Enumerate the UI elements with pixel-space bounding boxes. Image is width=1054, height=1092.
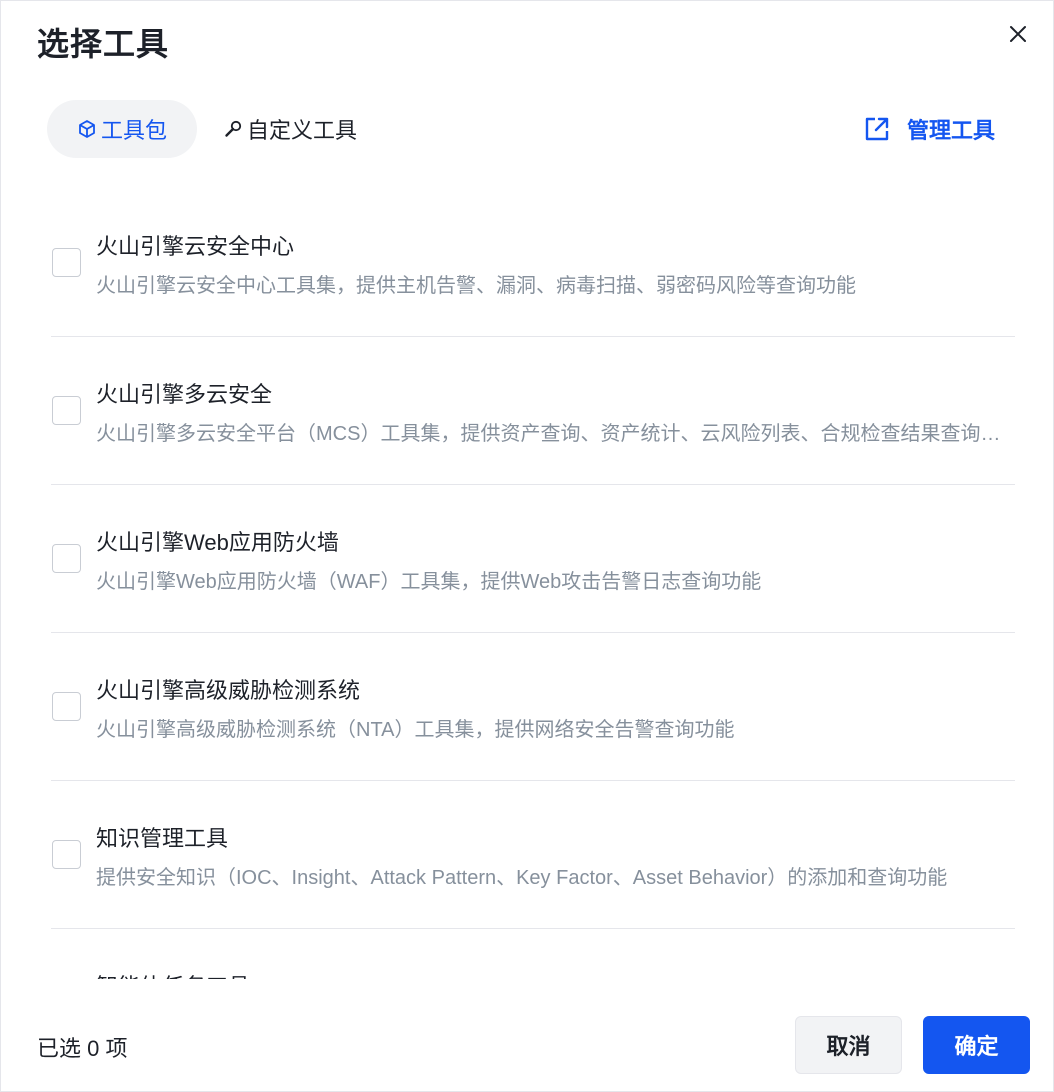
list-item[interactable]: 火山引擎多云安全 火山引擎多云安全平台（MCS）工具集，提供资产查询、资产统计、… (51, 337, 1015, 485)
tool-name: 火山引擎Web应用防火墙 (96, 530, 339, 555)
confirm-button[interactable]: 确定 (923, 1016, 1030, 1074)
tab-custom-tools-label: 自定义工具 (247, 118, 358, 143)
dialog-title: 选择工具 (37, 26, 170, 62)
checkbox[interactable] (52, 840, 81, 869)
tab-custom-tools[interactable]: 自定义工具 (219, 100, 387, 158)
checkbox[interactable] (52, 544, 81, 573)
manage-tools-link[interactable]: 管理工具 (863, 111, 995, 147)
tool-name: 知识管理工具 (96, 826, 229, 851)
list-item[interactable]: 知识管理工具 提供安全知识（IOC、Insight、Attack Pattern… (51, 781, 1015, 929)
checkbox[interactable] (52, 692, 81, 721)
tool-description: 火山引擎多云安全平台（MCS）工具集，提供资产查询、资产统计、云风险列表、合规检… (96, 423, 1015, 445)
list-item[interactable]: 火山引擎云安全中心 火山引擎云安全中心工具集，提供主机告警、漏洞、病毒扫描、弱密… (51, 189, 1015, 337)
tool-description: 火山引擎高级威胁检测系统（NTA）工具集，提供网络安全告警查询功能 (96, 719, 735, 741)
list-item[interactable]: 智能体任务工具 (51, 929, 1015, 979)
tool-description: 提供安全知识（IOC、Insight、Attack Pattern、Key Fa… (96, 867, 948, 889)
list-item[interactable]: 火山引擎Web应用防火墙 火山引擎Web应用防火墙（WAF）工具集，提供Web攻… (51, 485, 1015, 633)
tool-description: 火山引擎云安全中心工具集，提供主机告警、漏洞、病毒扫描、弱密码风险等查询功能 (96, 275, 856, 297)
tool-description: 火山引擎Web应用防火墙（WAF）工具集，提供Web攻击告警日志查询功能 (96, 571, 762, 593)
tool-name: 智能体任务工具 (96, 969, 250, 979)
cancel-button[interactable]: 取消 (795, 1016, 902, 1074)
tool-list[interactable]: 火山引擎云安全中心 火山引擎云安全中心工具集，提供主机告警、漏洞、病毒扫描、弱密… (51, 189, 1015, 979)
tab-toolkit[interactable]: 工具包 (47, 100, 198, 158)
checkbox[interactable] (52, 248, 81, 277)
tool-name: 火山引擎云安全中心 (96, 234, 295, 259)
tool-name: 火山引擎多云安全 (96, 382, 273, 407)
close-icon (1010, 26, 1026, 42)
wrench-icon (223, 119, 243, 139)
selected-count: 已选 0 项 (37, 1036, 128, 1061)
external-link-icon (863, 115, 891, 143)
select-tool-dialog: 选择工具 工具包 自定义工具 管理工具 火山引擎云安全中心 火山引擎云安全中心工… (0, 0, 1054, 1092)
tab-toolkit-label: 工具包 (101, 118, 168, 143)
tab-bar: 工具包 自定义工具 (47, 100, 387, 158)
cube-icon (77, 119, 97, 139)
manage-tools-label: 管理工具 (907, 118, 996, 143)
close-button[interactable] (1003, 19, 1033, 49)
tool-name: 火山引擎高级威胁检测系统 (96, 678, 361, 703)
list-item[interactable]: 火山引擎高级威胁检测系统 火山引擎高级威胁检测系统（NTA）工具集，提供网络安全… (51, 633, 1015, 781)
checkbox[interactable] (52, 396, 81, 425)
